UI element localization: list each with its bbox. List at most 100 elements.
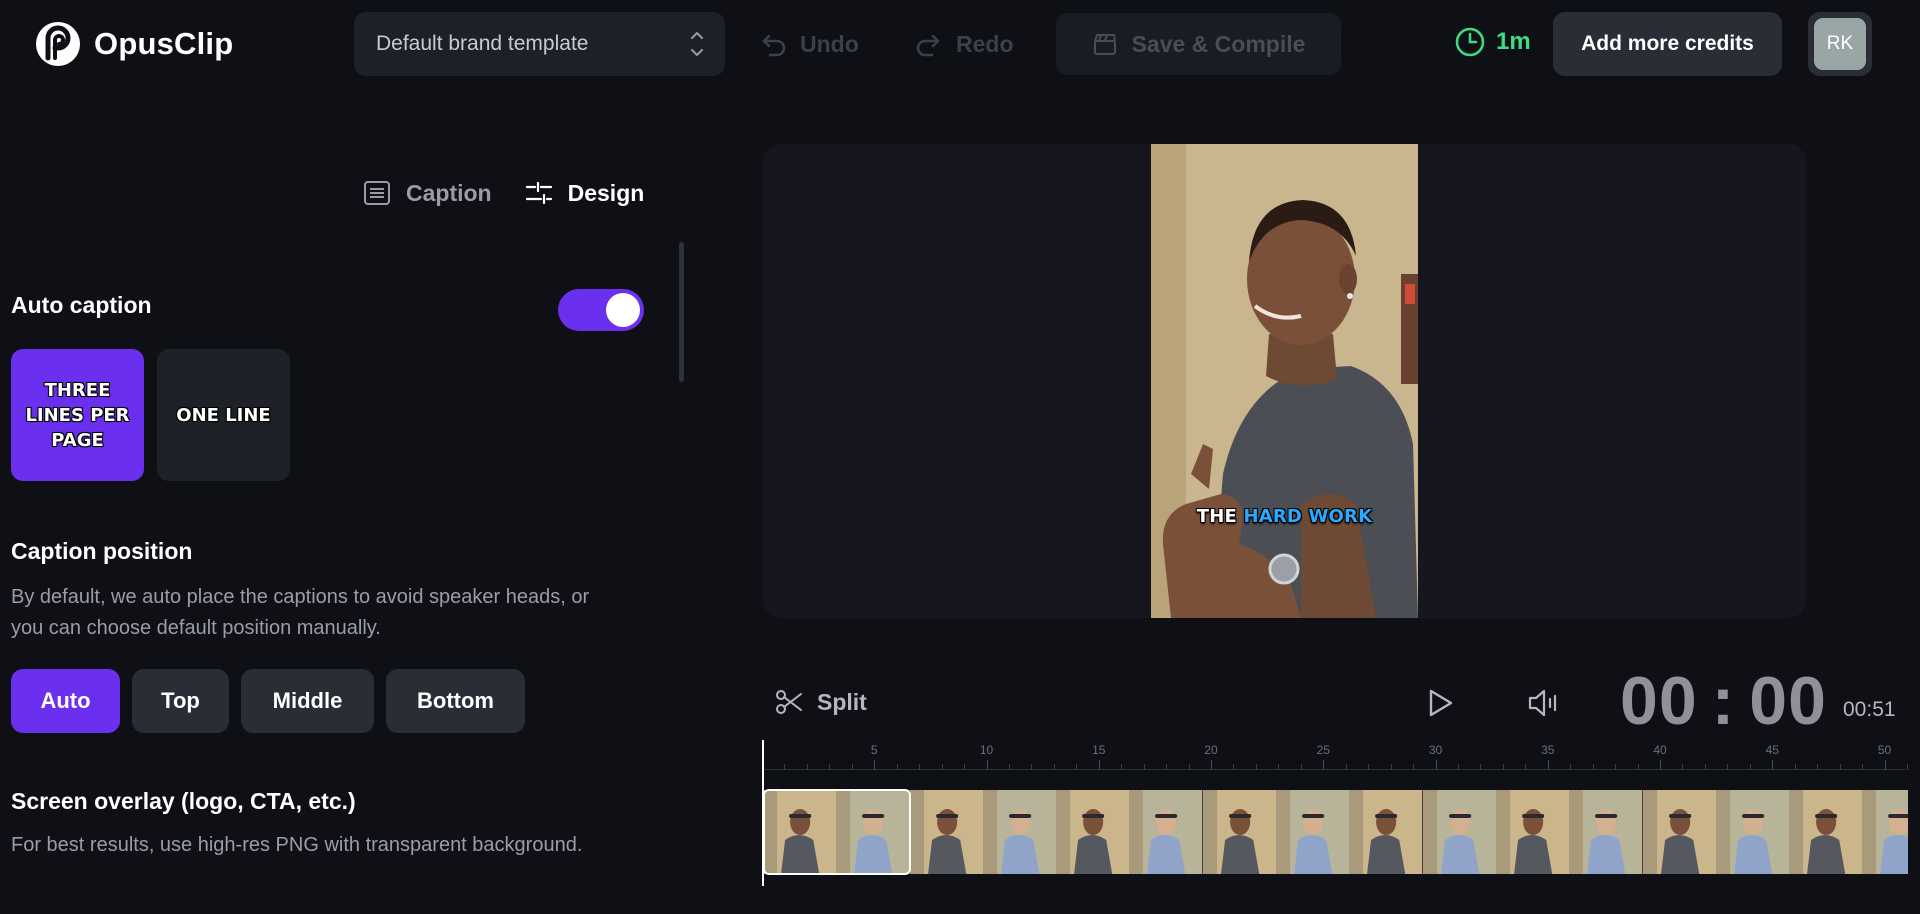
ruler-tick (1502, 764, 1504, 770)
position-middle-button[interactable]: Middle (241, 669, 374, 733)
scissors-icon (776, 690, 802, 714)
current-time-minutes: 00 (1620, 663, 1698, 739)
ruler-label: 45 (1765, 743, 1779, 757)
ruler-tick (1592, 764, 1594, 770)
ruler-tick (1660, 760, 1661, 770)
volume-icon[interactable] (1526, 686, 1562, 720)
timeline-playhead[interactable] (762, 740, 764, 886)
caption-style-three-lines[interactable]: THREE LINES PER PAGE (11, 349, 144, 481)
split-button[interactable]: Split (773, 686, 867, 718)
undo-label: Undo (800, 30, 859, 57)
brand-template-select[interactable]: Default brand template (354, 12, 725, 76)
top-bar: OpusClip Default brand template Undo Red… (0, 0, 1920, 90)
ruler-tick (1278, 764, 1280, 770)
redo-icon (916, 34, 940, 57)
timeline-frame-thumbnail (1569, 790, 1643, 874)
ruler-tick (1233, 764, 1235, 770)
add-more-credits-button[interactable]: Add more credits (1553, 12, 1782, 76)
timeline-frame-thumbnail (1276, 790, 1350, 874)
ruler-label: 50 (1877, 743, 1892, 757)
timeline-ruler[interactable]: 5 10 15 20 25 30 35 40 45 50 (762, 740, 1908, 772)
ruler-label: 40 (1653, 743, 1667, 757)
ruler-tick (919, 764, 921, 770)
ruler-tick (1143, 764, 1145, 770)
ruler-label: 10 (979, 743, 994, 757)
timeline-frame-thumbnail (982, 790, 1057, 874)
credit-time-value: 1m (1496, 28, 1531, 55)
save-compile-label: Save & Compile (1131, 30, 1306, 57)
video-frame[interactable]: THE HARD WORK (1151, 144, 1418, 618)
ruler-tick (806, 764, 808, 770)
position-top-button[interactable]: Top (132, 669, 229, 733)
current-time-seconds: 00 (1749, 663, 1827, 739)
caption-position-description: By default, we auto place the captions t… (11, 586, 590, 639)
screen-overlay-description: For best results, use high-res PNG with … (11, 834, 583, 856)
caption-position-options: Auto Top Middle Bottom (11, 669, 525, 733)
tab-caption-label: Caption (406, 179, 492, 206)
caption-word-plain: THE (1196, 506, 1237, 527)
ruler-tick (1457, 764, 1459, 770)
save-compile-button[interactable]: Save & Compile (1056, 13, 1341, 75)
ruler-tick (1615, 764, 1617, 770)
position-bottom-button[interactable]: Bottom (386, 669, 525, 733)
ruler-tick (941, 764, 943, 770)
undo-icon (762, 34, 786, 57)
ruler-tick (1570, 764, 1572, 770)
ruler-tick (1008, 764, 1010, 770)
ruler-tick (1076, 764, 1078, 770)
ruler-baseline (762, 769, 1906, 770)
ruler-tick (851, 764, 853, 770)
brand-template-value: Default brand template (376, 32, 589, 55)
video-preview[interactable]: THE HARD WORK (763, 144, 1806, 618)
undo-button[interactable]: Undo (758, 12, 859, 76)
caption-position-title: Caption position (11, 538, 193, 564)
ruler-tick (1188, 764, 1190, 770)
ruler-label: 25 (1316, 743, 1330, 757)
screen-overlay-title: Screen overlay (logo, CTA, etc.) (11, 788, 356, 814)
tab-design-label: Design (567, 179, 645, 206)
ruler-tick (1053, 764, 1055, 770)
caption-style-one-line[interactable]: ONE LINE (157, 349, 290, 481)
timeline-selected-clip[interactable] (763, 789, 911, 875)
play-icon[interactable] (1422, 686, 1456, 720)
timeline-frame-thumbnail (1789, 790, 1863, 874)
ruler-tick (1704, 764, 1706, 770)
ruler-tick (1368, 764, 1370, 770)
ruler-tick (1480, 764, 1482, 770)
credit-time-indicator: 1m (1454, 26, 1531, 58)
timeline-thumbnail-strip[interactable] (763, 790, 1908, 874)
ruler-tick (1345, 764, 1347, 770)
ruler-tick (1166, 764, 1168, 770)
auto-caption-toggle[interactable] (558, 289, 644, 331)
position-auto-button[interactable]: Auto (11, 669, 120, 733)
app-logo[interactable]: OpusClip (34, 20, 233, 68)
timeline-frame-thumbnail (1495, 790, 1570, 874)
split-label: Split (817, 688, 867, 715)
panel-tabs: Caption Design (362, 178, 644, 208)
ruler-tick (1682, 764, 1684, 770)
ruler-tick (829, 764, 831, 770)
ruler-tick (1547, 760, 1549, 770)
video-caption: THE HARD WORK (1151, 506, 1418, 527)
ruler-tick (1390, 764, 1392, 770)
timeline-frame-thumbnail (1202, 790, 1277, 874)
user-avatar[interactable]: RK (1808, 12, 1872, 76)
clapperboard-icon (1093, 34, 1116, 55)
ruler-tick (986, 760, 988, 770)
ruler-label: 35 (1541, 743, 1555, 757)
speaker-video-image (1151, 144, 1418, 618)
ruler-tick (1121, 764, 1123, 770)
tab-caption[interactable]: Caption (362, 178, 492, 208)
timeline-frame-thumbnail (1642, 790, 1716, 874)
tab-design[interactable]: Design (524, 178, 645, 208)
redo-button[interactable]: Redo (914, 12, 1014, 76)
ruler-tick (1906, 764, 1908, 770)
ruler-tick (1323, 760, 1325, 770)
timeline-frame-thumbnail (1349, 790, 1423, 874)
panel-scrollbar[interactable] (679, 242, 684, 382)
caption-style-one-line-label: ONE LINE (176, 404, 271, 426)
timeline-frame-thumbnail (1715, 790, 1790, 874)
ruler-tick (1435, 760, 1437, 770)
ruler-tick (874, 760, 876, 770)
ruler-tick (1727, 764, 1729, 770)
